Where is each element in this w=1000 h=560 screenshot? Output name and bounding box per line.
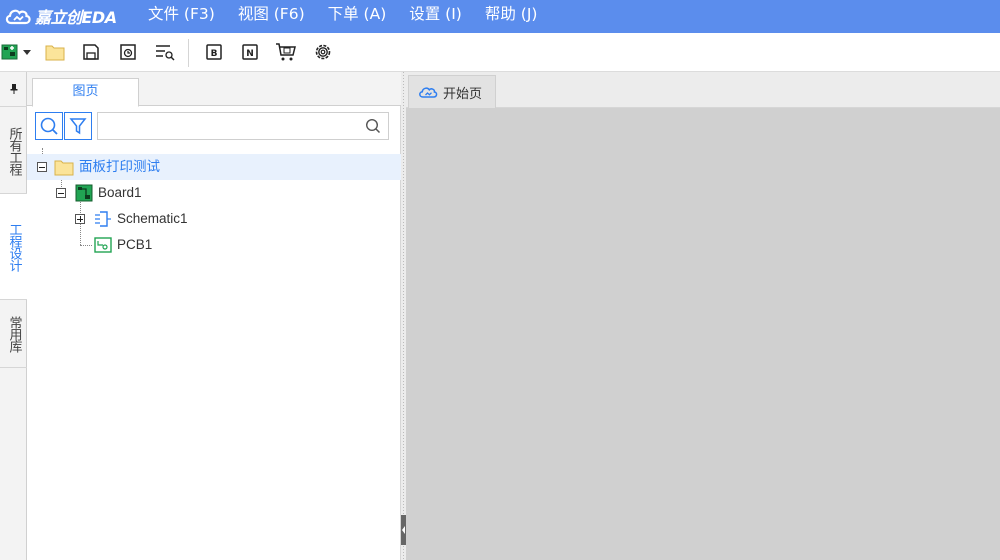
find-icon bbox=[156, 45, 175, 61]
new-project-icon bbox=[1, 44, 18, 60]
main-menu: 文件 (F3) 视图 (F6) 下单 (A) 设置 (I) 帮助 (J) bbox=[148, 0, 560, 33]
board-icon bbox=[75, 184, 93, 202]
tab-start-page[interactable]: 开始页 bbox=[408, 75, 496, 108]
tab-sheets[interactable]: 图页 bbox=[32, 78, 139, 107]
new-project-button[interactable] bbox=[0, 41, 22, 63]
left-vertical-tabs: 所有工程 工程设计 常用库 bbox=[0, 72, 27, 560]
search-submit-button[interactable] bbox=[365, 118, 381, 139]
pin-icon bbox=[10, 84, 17, 94]
cloud-logo-icon bbox=[5, 9, 31, 25]
collapse-toggle[interactable] bbox=[37, 162, 47, 172]
search-icon bbox=[365, 118, 381, 134]
save-all-button[interactable] bbox=[117, 41, 139, 63]
tree-node-schematic[interactable]: Schematic1 bbox=[27, 206, 401, 232]
folder-icon bbox=[54, 160, 74, 176]
pcb-icon bbox=[94, 237, 112, 253]
order-button[interactable] bbox=[275, 41, 297, 63]
project-label: 面板打印测试 bbox=[79, 159, 160, 174]
collapse-toggle[interactable] bbox=[56, 188, 66, 198]
svg-text:N: N bbox=[246, 49, 254, 59]
tab-project-design[interactable]: 工程设计 bbox=[0, 194, 27, 300]
tab-common-library-label: 常用库 bbox=[6, 315, 22, 352]
settings-gear-icon bbox=[315, 44, 331, 60]
schematic-icon bbox=[95, 211, 111, 227]
search-icon bbox=[40, 117, 58, 135]
menu-view[interactable]: 视图 (F6) bbox=[238, 0, 305, 33]
cloud-icon bbox=[419, 87, 438, 98]
tree-node-board[interactable]: Board1 bbox=[27, 180, 401, 206]
save-icon bbox=[83, 44, 99, 60]
schematic-label: Schematic1 bbox=[117, 211, 188, 226]
menu-bar: 嘉立创EDA 文件 (F3) 视图 (F6) 下单 (A) 设置 (I) 帮助 … bbox=[0, 0, 1000, 33]
editor-workspace[interactable] bbox=[406, 108, 1000, 560]
menu-settings[interactable]: 设置 (I) bbox=[409, 0, 462, 33]
pin-button[interactable] bbox=[0, 72, 27, 107]
save-all-icon bbox=[120, 44, 136, 60]
menu-order[interactable]: 下单 (A) bbox=[328, 0, 387, 33]
tab-all-projects[interactable]: 所有工程 bbox=[0, 108, 27, 194]
filter-icon bbox=[69, 118, 87, 135]
toolbar-separator bbox=[188, 39, 189, 67]
project-panel: 图页 面板打印测试 Board1 Schematic1 PCB1 bbox=[27, 72, 401, 560]
open-folder-icon bbox=[45, 45, 65, 61]
netlist-button[interactable]: N bbox=[239, 41, 261, 63]
netlist-icon: N bbox=[242, 44, 258, 60]
settings-button[interactable] bbox=[312, 41, 334, 63]
search-mode-button[interactable] bbox=[35, 112, 63, 140]
svg-text:B: B bbox=[211, 49, 218, 59]
search-input[interactable] bbox=[97, 112, 389, 140]
save-button[interactable] bbox=[80, 41, 102, 63]
tab-common-library[interactable]: 常用库 bbox=[0, 300, 27, 368]
app-logo[interactable]: 嘉立创EDA bbox=[4, 5, 117, 27]
tree-node-pcb[interactable]: PCB1 bbox=[27, 232, 401, 258]
app-logo-text: 嘉立创EDA bbox=[35, 8, 117, 27]
pcb-label: PCB1 bbox=[117, 237, 153, 252]
menu-file[interactable]: 文件 (F3) bbox=[148, 0, 215, 33]
tab-project-design-label: 工程设计 bbox=[6, 222, 22, 271]
panel-tab-bar: 图页 bbox=[27, 72, 401, 107]
dropdown-arrow-icon bbox=[23, 50, 31, 55]
bom-icon: B bbox=[206, 44, 222, 60]
menu-help[interactable]: 帮助 (J) bbox=[485, 0, 538, 33]
tree-node-project[interactable]: 面板打印测试 bbox=[27, 154, 401, 180]
bom-button[interactable]: B bbox=[203, 41, 225, 63]
document-tab-bar: 开始页 bbox=[406, 72, 1000, 108]
find-button[interactable] bbox=[154, 41, 176, 63]
new-dropdown-button[interactable] bbox=[20, 41, 34, 63]
start-page-label: 开始页 bbox=[443, 86, 483, 102]
toolbar: B N bbox=[0, 33, 1000, 72]
order-cart-icon bbox=[276, 43, 296, 61]
open-button[interactable] bbox=[44, 41, 66, 63]
expand-toggle[interactable] bbox=[75, 214, 85, 224]
filter-button[interactable] bbox=[64, 112, 92, 140]
tab-all-projects-label: 所有工程 bbox=[6, 126, 22, 175]
board-label: Board1 bbox=[98, 185, 142, 200]
